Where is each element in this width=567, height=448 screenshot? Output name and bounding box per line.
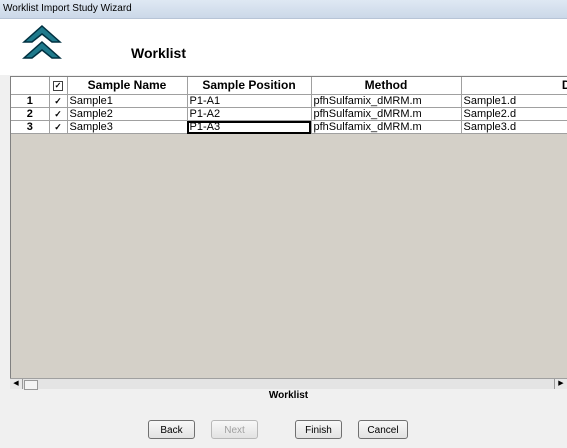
cell-data-file[interactable]: Sample3.d [461, 120, 567, 134]
page-title: Worklist [131, 45, 186, 61]
grid-header-row: ✓ Sample Name Sample Position Method Dat… [11, 77, 567, 95]
cell-sample-name[interactable]: Sample2 [67, 107, 188, 121]
column-header-sample-name[interactable]: Sample Name [67, 77, 188, 95]
column-header-data-file[interactable]: Data F [461, 77, 567, 95]
cell-sample-name[interactable]: Sample3 [67, 120, 188, 134]
table-row[interactable]: 1 ✓ Sample1 P1-A1 pfhSulfamix_dMRM.m Sam… [11, 94, 567, 108]
cell-sample-position[interactable]: P1-A1 [187, 94, 312, 108]
scroll-right-icon[interactable]: ▶ [554, 379, 567, 389]
back-button[interactable]: Back [148, 420, 195, 439]
scroll-left-icon[interactable]: ◀ [10, 379, 23, 389]
table-row[interactable]: 3 ✓ Sample3 P1-A3 pfhSulfamix_dMRM.m Sam… [11, 120, 567, 134]
cell-data-file[interactable]: Sample2.d [461, 107, 567, 121]
row-checkbox[interactable]: ✓ [49, 94, 68, 108]
next-button[interactable]: Next [211, 420, 258, 439]
window-title: Worklist Import Study Wizard [3, 3, 132, 14]
table-row[interactable]: 2 ✓ Sample2 P1-A2 pfhSulfamix_dMRM.m Sam… [11, 107, 567, 121]
row-number: 1 [11, 94, 50, 108]
cell-method[interactable]: pfhSulfamix_dMRM.m [311, 120, 462, 134]
column-header-sample-position[interactable]: Sample Position [187, 77, 312, 95]
cell-data-file[interactable]: Sample1.d [461, 94, 567, 108]
cell-sample-position-selected[interactable]: P1-A3 [187, 120, 312, 134]
grid-caption: Worklist [268, 390, 309, 401]
select-all-checkbox[interactable]: ✓ [49, 77, 68, 95]
row-number: 3 [11, 120, 50, 134]
finish-button[interactable]: Finish [295, 420, 342, 439]
cell-method[interactable]: pfhSulfamix_dMRM.m [311, 94, 462, 108]
row-checkbox[interactable]: ✓ [49, 107, 68, 121]
row-checkbox[interactable]: ✓ [49, 120, 68, 134]
horizontal-scrollbar[interactable]: ◀ ▶ [10, 378, 567, 390]
double-chevron-up-icon [22, 24, 62, 59]
cell-sample-name[interactable]: Sample1 [67, 94, 188, 108]
row-number: 2 [11, 107, 50, 121]
worklist-grid[interactable]: ✓ Sample Name Sample Position Method Dat… [10, 76, 567, 379]
cell-sample-position[interactable]: P1-A2 [187, 107, 312, 121]
check-icon: ✓ [53, 80, 63, 91]
row-number-header [11, 77, 50, 95]
title-bar: Worklist Import Study Wizard [0, 0, 567, 19]
column-header-method[interactable]: Method [311, 77, 462, 95]
cancel-button[interactable]: Cancel [358, 420, 408, 439]
cell-method[interactable]: pfhSulfamix_dMRM.m [311, 107, 462, 121]
wizard-header: Worklist [0, 19, 567, 75]
